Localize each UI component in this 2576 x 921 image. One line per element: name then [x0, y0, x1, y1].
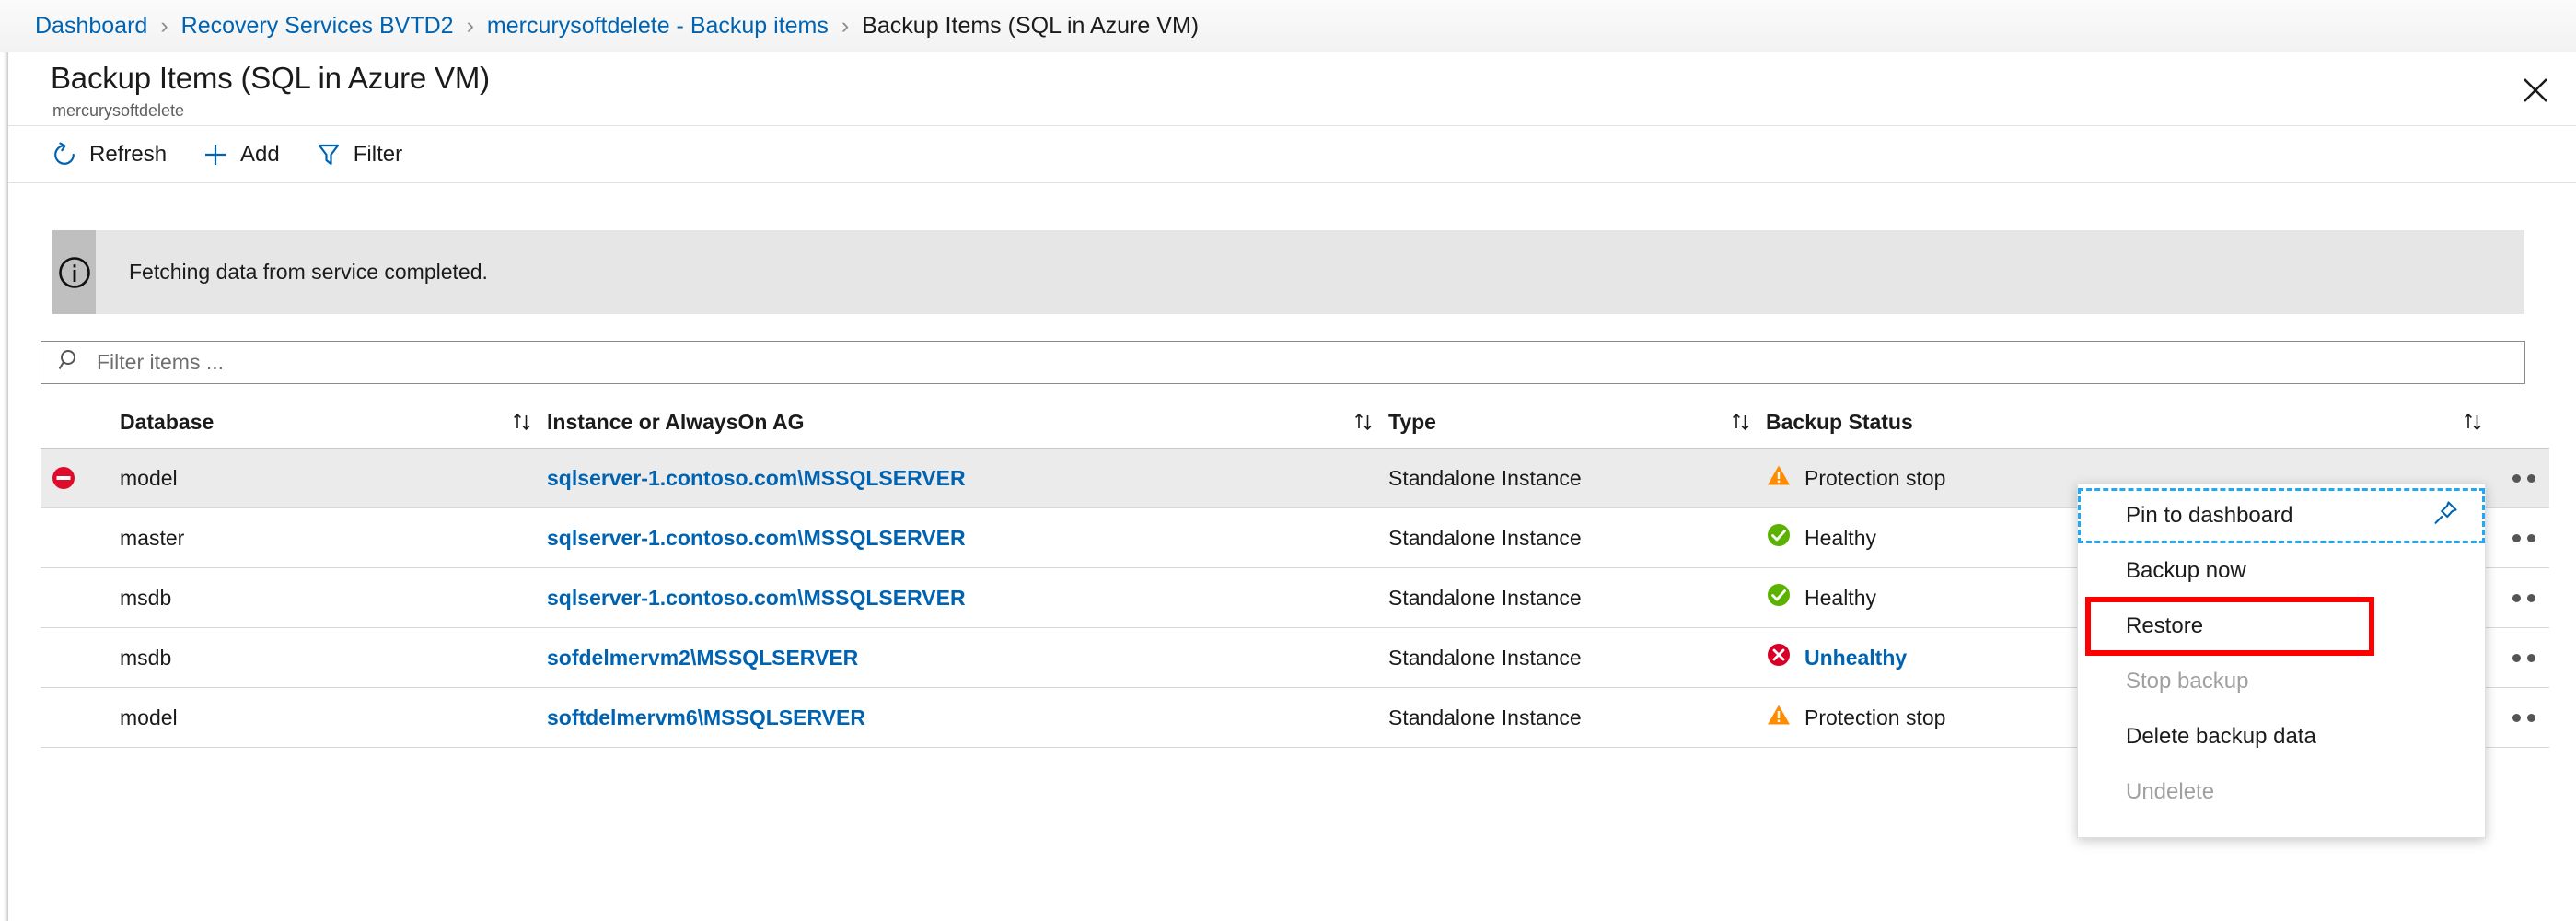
page-subtitle: mercurysoftdelete [52, 101, 184, 121]
pin-icon [2430, 497, 2461, 535]
context-menu-item-restore[interactable]: Restore [2078, 599, 2485, 654]
header-instance-label: Instance or AlwaysOn AG [547, 410, 804, 434]
cell-database: msdb [120, 646, 171, 670]
cell-instance-link[interactable]: sofdelmervm2\MSSQLSERVER [547, 646, 858, 670]
page-title: Backup Items (SQL in Azure VM) [51, 61, 490, 96]
cell-type: Standalone Instance [1388, 466, 1582, 490]
blocked-icon [41, 465, 87, 491]
breadcrumb-separator: › [841, 13, 849, 40]
cell-type: Standalone Instance [1388, 705, 1582, 729]
breadcrumb-item-current: Backup Items (SQL in Azure VM) [862, 13, 1199, 40]
add-label: Add [240, 142, 280, 168]
status-text[interactable]: Unhealthy [1804, 646, 1907, 670]
add-button[interactable]: Add [202, 141, 280, 169]
row-context-menu: Pin to dashboard Backup now Restore Stop… [2077, 484, 2486, 838]
refresh-icon [51, 141, 78, 169]
filter-button[interactable]: Filter [315, 141, 402, 169]
cell-database: master [120, 526, 184, 550]
error-icon [1766, 642, 1792, 673]
context-menu-item-backup-now[interactable]: Backup now [2078, 543, 2485, 599]
context-menu-item-pin-to-dashboard[interactable]: Pin to dashboard [2078, 488, 2485, 543]
ellipsis-icon[interactable] [2498, 568, 2549, 627]
cell-database: model [120, 705, 178, 729]
success-icon [1766, 582, 1792, 613]
status-text: Healthy [1804, 586, 1876, 611]
breadcrumb-item-dashboard[interactable]: Dashboard [35, 13, 147, 40]
status-text: Protection stop [1804, 466, 1945, 491]
cell-instance-link[interactable]: sqlserver-1.contoso.com\MSSQLSERVER [547, 586, 966, 610]
context-menu-item-undelete: Undelete [2078, 764, 2485, 820]
warning-icon [1766, 462, 1792, 494]
cell-type: Standalone Instance [1388, 586, 1582, 610]
ellipsis-icon[interactable] [2498, 449, 2549, 507]
status-banner: Fetching data from service completed. [52, 230, 2524, 314]
ellipsis-icon[interactable] [2498, 688, 2549, 747]
breadcrumb-item-backup-items[interactable]: mercurysoftdelete - Backup items [487, 13, 829, 40]
context-menu-label: Stop backup [2126, 669, 2248, 694]
cell-instance-link[interactable]: sqlserver-1.contoso.com\MSSQLSERVER [547, 526, 966, 550]
cell-instance-link[interactable]: sqlserver-1.contoso.com\MSSQLSERVER [547, 466, 966, 490]
search-input[interactable] [95, 342, 2524, 383]
header-type: Type [1388, 410, 1552, 435]
refresh-button[interactable]: Refresh [51, 141, 167, 169]
status-text: Protection stop [1804, 705, 1945, 730]
success-icon [1766, 522, 1792, 554]
plus-icon [202, 141, 229, 169]
ellipsis-icon[interactable] [2498, 508, 2549, 567]
filter-items-field[interactable] [41, 341, 2525, 384]
command-bar: Refresh Add Filter [8, 126, 2576, 183]
info-icon [52, 230, 96, 314]
context-menu-label: Pin to dashboard [2126, 503, 2292, 529]
cell-type: Standalone Instance [1388, 526, 1582, 550]
header-backup-status: Backup Status [1766, 410, 2448, 435]
ellipsis-icon[interactable] [2498, 628, 2549, 687]
status-banner-message: Fetching data from service completed. [96, 230, 488, 314]
sort-updown-icon-type[interactable] [1716, 410, 1766, 434]
cell-instance-link[interactable]: softdelmervm6\MSSQLSERVER [547, 705, 865, 729]
cell-database: msdb [120, 586, 171, 610]
refresh-label: Refresh [89, 142, 167, 168]
sort-updown-icon-database[interactable] [497, 410, 547, 434]
header-database-label: Database [120, 410, 214, 434]
status-text: Healthy [1804, 526, 1876, 551]
funnel-icon [315, 141, 342, 169]
header-type-label: Type [1388, 410, 1436, 434]
warning-icon [1766, 702, 1792, 733]
sort-updown-icon-backup-status[interactable] [2448, 410, 2498, 434]
cell-database: model [120, 466, 178, 490]
table-header-row: Database Instance or AlwaysOn AG Type [41, 396, 2549, 449]
context-menu-label: Undelete [2126, 779, 2214, 805]
context-menu-item-delete-backup-data[interactable]: Delete backup data [2078, 709, 2485, 764]
context-menu-item-stop-backup: Stop backup [2078, 654, 2485, 709]
breadcrumb-separator: › [160, 13, 168, 40]
blade-left-rail [0, 52, 8, 921]
context-menu-label: Delete backup data [2126, 724, 2316, 750]
header-backup-status-label: Backup Status [1766, 410, 1913, 434]
close-icon[interactable] [2515, 70, 2556, 111]
context-menu-label: Backup now [2126, 558, 2246, 584]
breadcrumb-item-recovery-services[interactable]: Recovery Services BVTD2 [181, 13, 454, 40]
context-menu-label: Restore [2126, 613, 2203, 639]
sort-updown-icon-instance[interactable] [1339, 410, 1388, 434]
search-icon [58, 348, 82, 377]
cell-type: Standalone Instance [1388, 646, 1582, 670]
breadcrumb: Dashboard › Recovery Services BVTD2 › me… [0, 0, 2576, 52]
header-database: Database [87, 410, 497, 435]
header-instance: Instance or AlwaysOn AG [547, 410, 943, 435]
breadcrumb-separator: › [467, 13, 474, 40]
blade-header: Backup Items (SQL in Azure VM) mercuryso… [8, 53, 2576, 126]
filter-label: Filter [354, 142, 402, 168]
